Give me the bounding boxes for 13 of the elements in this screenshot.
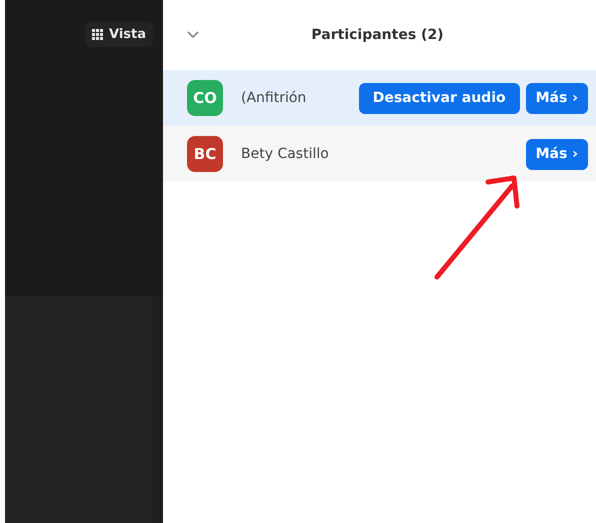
- chevron-down-icon[interactable]: [187, 31, 199, 39]
- more-button[interactable]: Más ›: [526, 82, 588, 114]
- participant-name: Bety Castillo: [241, 146, 330, 162]
- mute-button[interactable]: Desactivar audio: [358, 82, 520, 114]
- grid-icon: [92, 28, 104, 40]
- panel-title: Participantes (2): [310, 27, 445, 43]
- participant-row[interactable]: CO (Anfitrión Desactivar audio Más ›: [163, 70, 596, 126]
- avatar: CO: [187, 80, 223, 116]
- avatar: BC: [187, 136, 223, 172]
- participant-name: (Anfitrión: [241, 90, 308, 106]
- view-button[interactable]: Vista: [84, 22, 153, 47]
- more-button[interactable]: Más ›: [526, 138, 588, 170]
- participant-row[interactable]: BC Bety Castillo Más ›: [163, 126, 596, 182]
